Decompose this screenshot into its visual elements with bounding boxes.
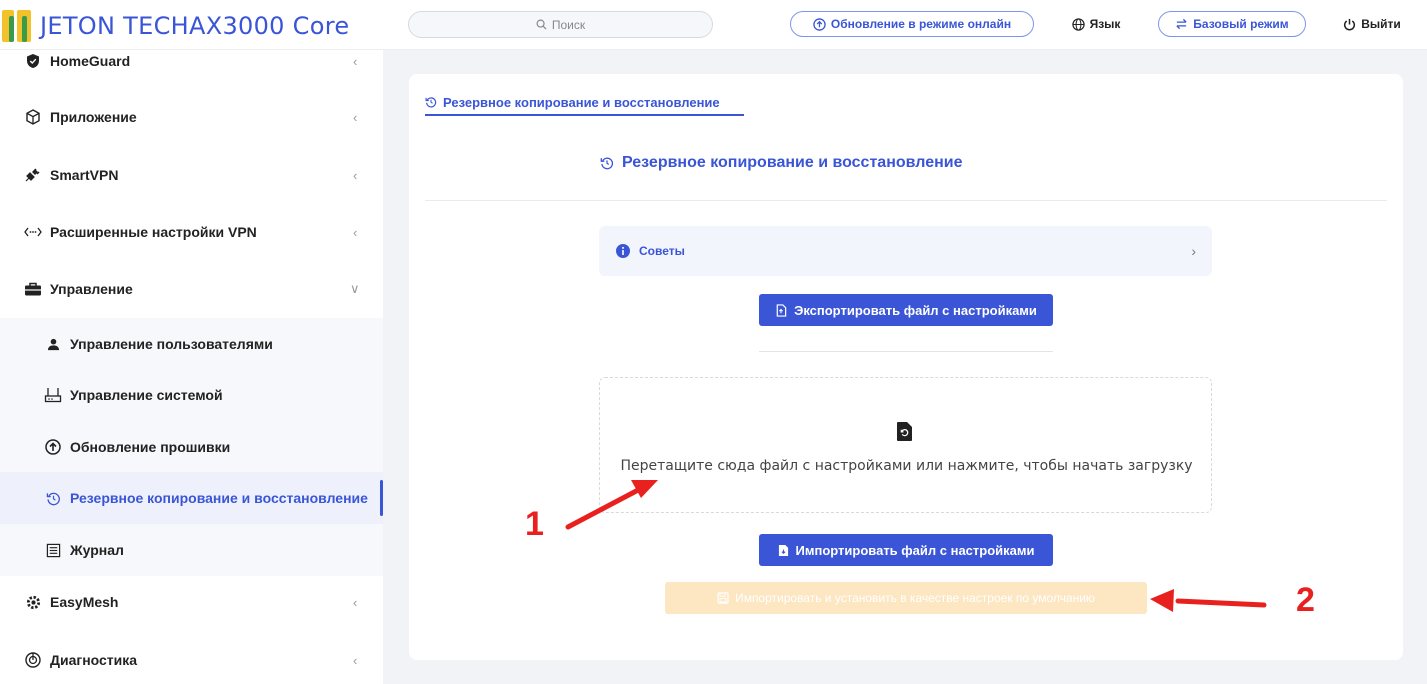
plug-icon — [24, 166, 42, 184]
diagnostics-icon — [24, 651, 42, 669]
online-update-button[interactable]: Обновление в режиме онлайн — [790, 11, 1034, 37]
router-icon — [44, 386, 62, 404]
sidebar-item-label: Приложение — [50, 109, 137, 125]
import-button-label: Импортировать файл с настройками — [795, 542, 1035, 558]
basic-mode-button[interactable]: Базовый режим — [1158, 11, 1306, 37]
tab-label: Резервное копирование и восстановление — [443, 94, 720, 110]
file-restore-icon — [897, 422, 912, 441]
power-icon — [1344, 18, 1356, 30]
section-title-text: Резервное копирование и восстановление — [622, 154, 963, 171]
briefcase-icon — [24, 280, 42, 298]
chevron-left-icon: ‹ — [353, 53, 358, 69]
sidebar-subitem-label: Резервное копирование и восстановление — [70, 490, 368, 506]
sidebar-subitem-log[interactable]: Журнал — [0, 524, 383, 576]
chevron-left-icon: ‹ — [353, 167, 358, 183]
logout-label: Выйти — [1361, 17, 1401, 31]
chevron-left-icon: ‹ — [353, 224, 358, 240]
sidebar-item-application[interactable]: Приложение ‹ — [0, 90, 383, 144]
shield-icon — [24, 52, 42, 70]
section-divider — [425, 200, 1387, 201]
sidebar-subitem-backup-restore[interactable]: Резервное копирование и восстановление — [0, 472, 383, 524]
globe-icon — [1071, 17, 1085, 31]
import-default-label: Импортировать и установить в качестве на… — [735, 591, 1095, 605]
sidebar-item-homeguard[interactable]: HomeGuard ‹ — [0, 34, 383, 88]
sidebar-subitem-label: Управление пользователями — [70, 336, 273, 352]
online-update-label: Обновление в режиме онлайн — [830, 17, 1012, 31]
sidebar-item-label: Диагностика — [50, 652, 138, 668]
cube-icon — [24, 108, 42, 126]
restore-icon — [44, 489, 62, 507]
sidebar-item-diagnostics[interactable]: Диагностика ‹ — [0, 633, 383, 684]
buttons-separator — [759, 351, 1053, 352]
search-icon — [536, 19, 547, 30]
sidebar-item-label: Управление — [50, 281, 133, 297]
sidebar-item-label: Расширенные настройки VPN — [50, 224, 257, 240]
import-as-default-button[interactable]: Импортировать и установить в качестве на… — [665, 582, 1147, 614]
sidebar-item-label: SmartVPN — [50, 167, 119, 183]
content-card: Резервное копирование и восстановление Р… — [409, 74, 1403, 660]
basic-mode-label: Базовый режим — [1193, 17, 1289, 31]
restore-icon — [425, 97, 437, 108]
sidebar-item-advanced-vpn[interactable]: Расширенные настройки VPN ‹ — [0, 205, 383, 259]
sidebar-subitem-label: Обновление прошивки — [70, 439, 231, 455]
tab-backup-restore[interactable]: Резервное копирование и восстановление — [425, 88, 720, 116]
language-label: Язык — [1089, 17, 1121, 31]
tips-label: Советы — [639, 244, 685, 258]
sidebar-item-management[interactable]: Управление ∨ — [0, 262, 383, 316]
log-icon — [44, 541, 62, 559]
chevron-left-icon: ‹ — [353, 652, 358, 668]
sidebar-item-label: HomeGuard — [50, 53, 131, 69]
upload-circle-icon — [44, 438, 62, 456]
tips-panel[interactable]: Советы › — [599, 226, 1212, 276]
active-indicator — [380, 480, 383, 516]
upload-circle-icon — [813, 17, 826, 31]
annotation-marker-1: 1 — [525, 505, 544, 543]
sidebar-item-easymesh[interactable]: EasyMesh ‹ — [0, 575, 383, 629]
import-settings-button[interactable]: Импортировать файл с настройками — [759, 534, 1053, 566]
chevron-down-icon: ∨ — [350, 281, 360, 296]
annotation-marker-2: 2 — [1296, 581, 1315, 619]
sidebar-subitem-system-management[interactable]: Управление системой — [0, 369, 383, 421]
section-title: Резервное копирование и восстановление — [600, 154, 963, 172]
chevron-left-icon: ‹ — [353, 109, 358, 125]
language-button[interactable]: Язык — [1064, 11, 1128, 37]
tab-active-underline — [425, 114, 744, 116]
sidebar-item-smartvpn[interactable]: SmartVPN ‹ — [0, 148, 383, 202]
sidebar-subitem-label: Управление системой — [70, 387, 223, 403]
file-dropzone[interactable]: Перетащите сюда файл с настройками или н… — [599, 377, 1212, 513]
sidebar-item-label: EasyMesh — [50, 594, 119, 610]
sidebar-subitem-user-management[interactable]: Управление пользователями — [0, 318, 383, 370]
export-button-label: Экспортировать файл с настройками — [794, 302, 1037, 318]
search-placeholder: Поиск — [551, 17, 586, 32]
sidebar-subitem-firmware-update[interactable]: Обновление прошивки — [0, 421, 383, 473]
export-settings-button[interactable]: Экспортировать файл с настройками — [759, 294, 1053, 326]
restore-icon — [600, 157, 614, 170]
logout-button[interactable]: Выйти — [1338, 11, 1406, 37]
chevron-right-icon: › — [1191, 243, 1196, 259]
sidebar: HomeGuard ‹ Приложение ‹ SmartVPN ‹ Расш… — [0, 50, 383, 684]
export-file-icon — [776, 303, 787, 317]
info-icon — [616, 244, 630, 258]
import-file-icon — [778, 544, 788, 556]
sidebar-subitem-label: Журнал — [70, 542, 124, 558]
save-icon — [717, 592, 729, 604]
dropzone-text: Перетащите сюда файл с настройками или н… — [620, 458, 1193, 474]
search-input[interactable]: Поиск — [408, 11, 713, 38]
gears-icon — [24, 593, 42, 611]
swap-icon — [1176, 18, 1187, 30]
chevron-left-icon: ‹ — [353, 594, 358, 610]
code-arrows-icon — [24, 223, 42, 241]
user-icon — [44, 335, 62, 353]
